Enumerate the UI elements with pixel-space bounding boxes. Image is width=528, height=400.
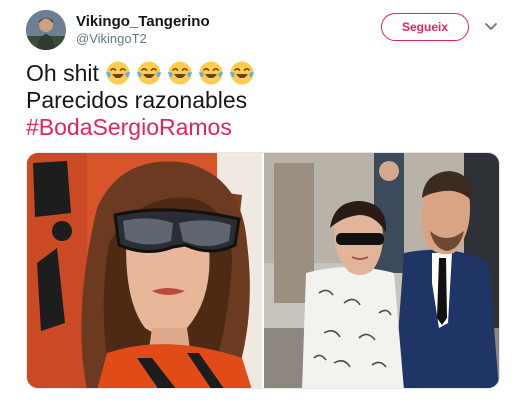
face-with-tears-of-joy-icon (105, 61, 130, 85)
photo-woman-orange-jacket-goggles[interactable] (27, 153, 262, 388)
photo-right-illustration (264, 153, 499, 388)
user-avatar-icon (26, 10, 66, 50)
photo-left-illustration (27, 153, 262, 388)
display-name[interactable]: Vikingo_Tangerino (76, 13, 210, 30)
face-with-tears-of-joy-icon (229, 61, 254, 85)
emoji-row (105, 60, 260, 86)
tweet-line-1-text: Oh shit (26, 60, 99, 86)
face-with-tears-of-joy-icon (136, 61, 161, 85)
face-with-tears-of-joy-icon (198, 61, 223, 85)
hashtag-link[interactable]: #BodaSergioRamos (26, 114, 506, 141)
chevron-down-icon[interactable] (484, 21, 498, 33)
tweet-line-2: Parecidos razonables (26, 87, 248, 113)
avatar[interactable] (26, 10, 66, 50)
face-with-tears-of-joy-icon (167, 61, 192, 85)
tweet-text: Oh shit Parecidos razonables #BodaSergio… (26, 60, 506, 141)
follow-button[interactable]: Segueix (381, 13, 469, 41)
photo-couple-at-wedding[interactable] (264, 153, 499, 388)
tweet-line-1: Oh shit (26, 60, 506, 87)
tweet-media (26, 152, 500, 389)
user-handle[interactable]: @VikingoT2 (76, 31, 147, 46)
